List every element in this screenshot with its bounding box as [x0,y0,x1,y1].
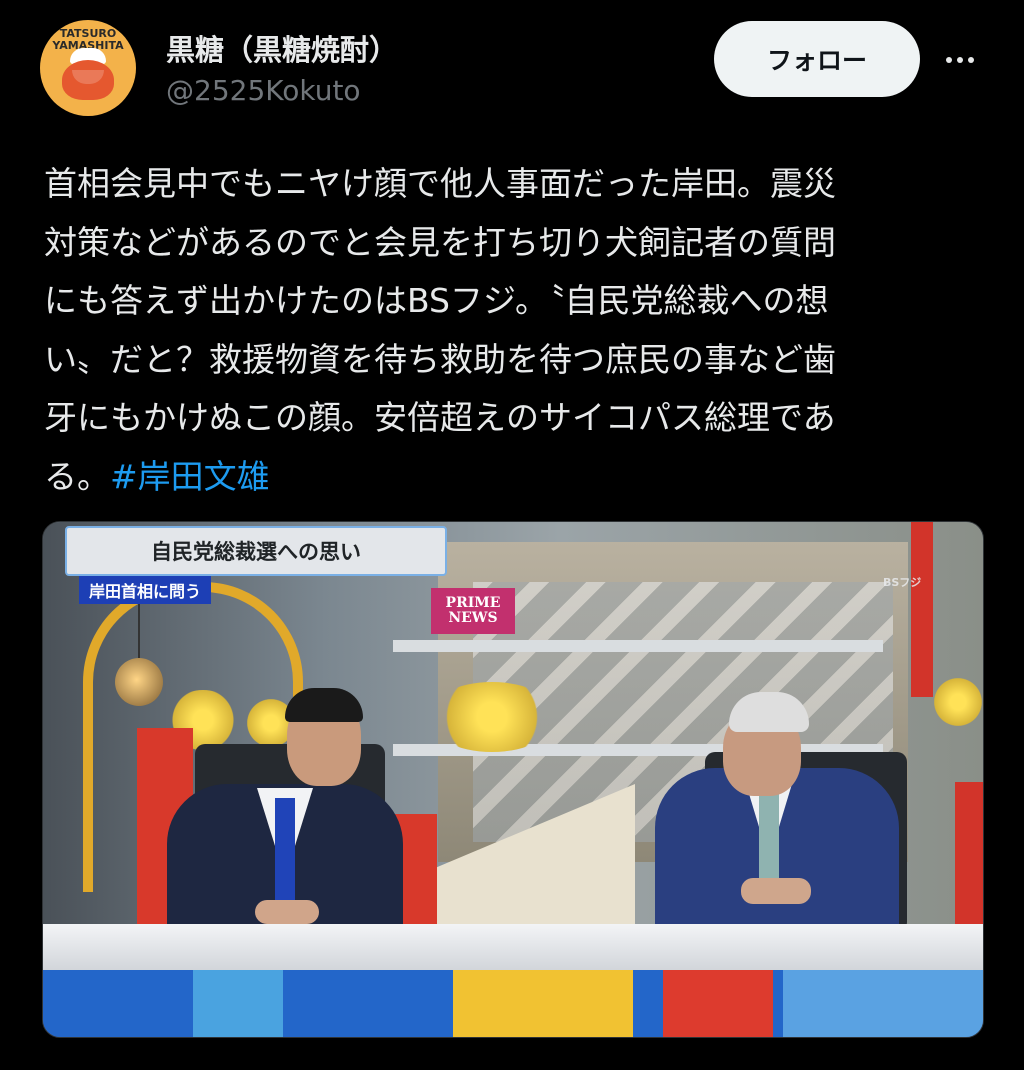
tweet-last-line: る。#岸田文雄 [44,448,974,507]
tweet-text: 首相会見中でもニヤけ顔で他人事面だった岸田。震災 対策などがあるのでと会見を打ち… [44,155,974,506]
tv-caption: 自民党総裁選への思い [65,526,447,576]
tweet-line: 牙にもかけぬこの顔。安倍超えのサイコパス総理であ [44,398,836,437]
hands [255,900,319,924]
tie [275,798,295,902]
red-pillar [911,522,933,697]
tv-subcaption: 岸田首相に問う [79,576,212,604]
desk-panel [783,970,983,1037]
show-logo: PRIME NEWS [431,588,515,634]
desk-panel [193,970,283,1037]
tweet-photo[interactable]: 自民党総裁選への思い 岸田首相に問う PRIME NEWS BSフジ [42,521,984,1038]
flowers [427,682,557,752]
pendant-lamp [115,658,163,706]
flowers [933,672,983,732]
dot [946,57,952,63]
avatar[interactable]: TATSURO YAMASHITA [40,20,136,116]
user-handle[interactable]: @2525Kokuto [166,74,361,107]
desk-panel [663,970,773,1037]
show-logo-line2: NEWS [448,610,498,626]
more-options-icon[interactable] [938,40,982,80]
shelf [393,640,883,652]
hashtag-link[interactable]: #岸田文雄 [110,457,270,496]
display-name[interactable]: 黒糖（黒糖焼酎） [166,27,398,69]
follow-button[interactable]: フォロー [714,21,920,97]
hands [741,878,811,904]
tweet-line: 対策などがあるのでと会見を打ち切り犬飼記者の質問 [44,222,836,262]
tweet-line: にも答えず出かけたのはBSフジ。〝自民党総裁への想 [44,281,829,320]
studio-desk [43,924,983,974]
channel-logo: BSフジ [883,576,922,589]
tweet-line-prefix: る。 [44,456,110,496]
tweet-line: い〟だと？救援物資を待ち救助を待つ庶民の事など歯 [44,339,836,379]
hair [285,688,363,722]
tweet-line: 首相会見中でもニヤけ顔で他人事面だった岸田。震災 [44,164,836,203]
show-logo-line1: PRIME [445,595,501,611]
tv-studio-scene: 自民党総裁選への思い 岸田首相に問う PRIME NEWS BSフジ [43,522,983,1037]
avatar-character [62,60,114,100]
desk-panel [453,970,633,1037]
dot [957,57,963,63]
dot [968,57,974,63]
lamp-cord [138,602,140,660]
red-panel [955,782,983,932]
tie [759,786,779,882]
